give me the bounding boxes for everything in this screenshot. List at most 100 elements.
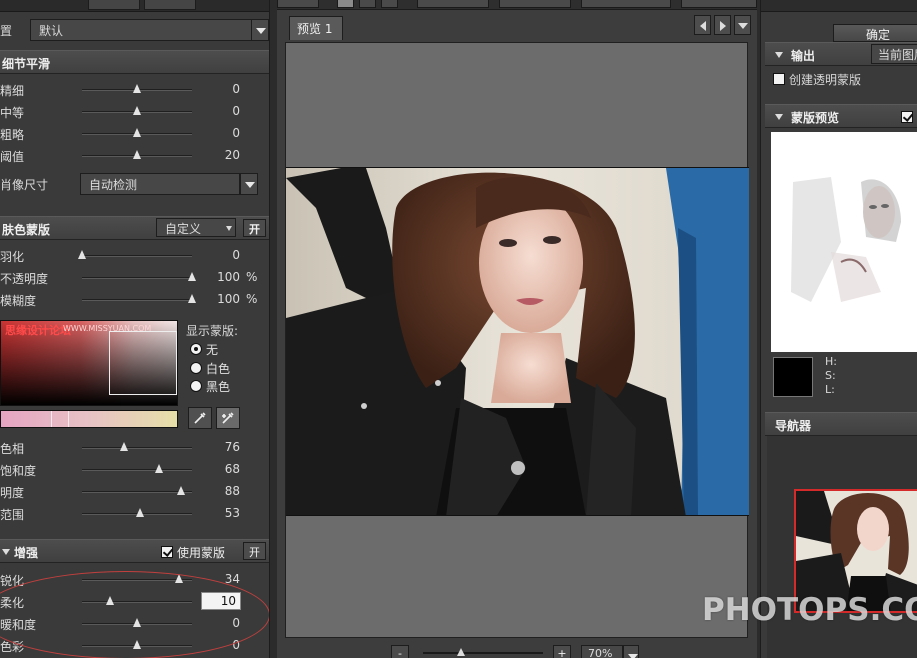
slider-value-input[interactable]: 10 — [201, 592, 241, 610]
tab-preview-1[interactable]: 预览 1 — [289, 16, 343, 40]
slider-value: 53 — [224, 506, 240, 520]
toolbar-button[interactable] — [681, 0, 757, 8]
zoom-level-arrow[interactable] — [623, 645, 639, 658]
slider-thumb[interactable] — [78, 250, 86, 259]
mask-preview-checkbox[interactable] — [901, 111, 913, 123]
next-tab-button[interactable] — [714, 15, 731, 35]
slider-thumb[interactable] — [133, 618, 141, 627]
mask-preview-image — [771, 132, 917, 352]
toolbar-button[interactable] — [277, 0, 319, 8]
section-title: 细节平滑 — [2, 57, 51, 71]
slider-track[interactable] — [82, 491, 192, 493]
chevron-down-icon — [738, 23, 748, 29]
zoom-level-dropdown[interactable]: 70% — [581, 645, 623, 658]
slider-row: 精细 0 — [0, 79, 269, 101]
portrait-illustration — [286, 168, 749, 515]
skin-color-picker[interactable]: 思缘设计论坛 WWW.MISSYUAN.COM — [0, 320, 178, 406]
show-mask-radio[interactable] — [190, 380, 202, 392]
slider-value: 88 — [224, 484, 240, 498]
section-mask-preview[interactable]: 蒙版预览 — [765, 104, 917, 128]
enhance-toggle-button[interactable]: 开 — [243, 542, 266, 560]
view-single-button[interactable] — [337, 0, 354, 8]
slider-thumb[interactable] — [136, 508, 144, 517]
slider-thumb[interactable] — [188, 272, 196, 281]
slider-track[interactable] — [82, 299, 192, 301]
prev-tab-button[interactable] — [694, 15, 711, 35]
zoom-slider-thumb[interactable] — [457, 648, 465, 656]
view-quad-button[interactable] — [381, 0, 398, 8]
output-target-dropdown[interactable]: 当前图层 — [871, 44, 917, 64]
slider-thumb[interactable] — [188, 294, 196, 303]
preset-dropdown[interactable]: 默认 — [30, 19, 252, 41]
section-title: 蒙版预览 — [791, 111, 840, 125]
eyedropper-button[interactable] — [188, 407, 212, 429]
portrait-size-arrow[interactable] — [240, 173, 258, 195]
toolbar-button[interactable] — [417, 0, 489, 8]
slider-row: 粗略 0 — [0, 123, 269, 145]
slider-thumb[interactable] — [133, 106, 141, 115]
tab-menu-button[interactable] — [734, 15, 751, 35]
slider-thumb[interactable] — [133, 84, 141, 93]
chevron-left-icon — [700, 21, 706, 31]
portrait-photo[interactable] — [286, 167, 749, 516]
eyedropper-plus-icon — [222, 412, 234, 424]
section-output[interactable]: 输出 当前图层 — [765, 42, 917, 66]
slider-track[interactable] — [82, 601, 192, 603]
color-selection-box[interactable] — [109, 331, 177, 395]
slider-thumb[interactable] — [106, 596, 114, 605]
view-split-button[interactable] — [359, 0, 376, 8]
transparent-mask-checkbox[interactable] — [773, 73, 785, 85]
use-mask-checkbox[interactable] — [161, 546, 173, 558]
slider-thumb[interactable] — [175, 574, 183, 583]
toolbar-button[interactable] — [144, 0, 196, 10]
slider-value: 0 — [232, 616, 240, 630]
show-mask-radio[interactable] — [190, 362, 202, 374]
ok-button[interactable]: 确定 — [833, 24, 917, 42]
slider-label: 精细 — [0, 84, 25, 98]
toolbar-button[interactable] — [499, 0, 571, 8]
portrait-size-dropdown[interactable]: 自动检测 — [80, 173, 240, 195]
slider-value: 76 — [224, 440, 240, 454]
section-navigator[interactable]: 导航器 — [765, 412, 917, 436]
hue-readout: H: — [825, 355, 837, 368]
slider-track[interactable] — [82, 469, 192, 471]
skin-toggle-button[interactable]: 开 — [243, 219, 266, 237]
section-skin-mask[interactable]: 肤色蒙版 自定义 开 — [0, 216, 269, 240]
section-enhance[interactable]: 增强 使用蒙版 开 — [0, 539, 269, 563]
skin-mode-dropdown[interactable]: 自定义 — [156, 218, 236, 237]
output-panel: 确定 输出 当前图层 创建透明蒙版 蒙版预览 H: S: L: 导航器 — [760, 0, 917, 658]
zoom-slider[interactable] — [423, 652, 543, 654]
preview-canvas[interactable] — [285, 42, 749, 638]
slider-thumb[interactable] — [120, 442, 128, 451]
hue-gradient-bar[interactable] — [0, 410, 178, 428]
slider-value: 0 — [232, 126, 240, 140]
slider-thumb[interactable] — [177, 486, 185, 495]
zoom-in-button[interactable]: + — [553, 645, 571, 658]
slider-thumb[interactable] — [155, 464, 163, 473]
slider-value: 100 — [217, 292, 240, 306]
slider-value: 0 — [232, 82, 240, 96]
section-detail-smoothing[interactable]: 细节平滑 — [0, 50, 269, 74]
preset-dropdown-arrow[interactable] — [251, 19, 269, 41]
eyedropper-plus-button[interactable] — [216, 407, 240, 429]
show-mask-radio[interactable] — [190, 343, 202, 355]
slider-track[interactable] — [82, 255, 192, 257]
slider-thumb[interactable] — [133, 128, 141, 137]
slider-label: 羽化 — [0, 250, 25, 264]
show-mask-option-label: 黑色 — [206, 380, 231, 394]
slider-label: 模糊度 — [0, 294, 37, 308]
toolbar-button[interactable] — [581, 0, 671, 8]
forum-watermark: 思缘设计论坛 — [5, 324, 71, 337]
gradient-range-marker[interactable] — [51, 411, 69, 427]
slider-track[interactable] — [82, 277, 192, 279]
slider-row: 明度 88 — [0, 481, 269, 503]
settings-panel: 置 默认 细节平滑 精细 0 中等 0 粗略 0 阈值 20 肖像尺寸 自动检测 肤色蒙版 自… — [0, 0, 270, 658]
slider-thumb[interactable] — [133, 150, 141, 159]
toolbar-button[interactable] — [88, 0, 140, 10]
zoom-out-button[interactable]: - — [391, 645, 409, 658]
chevron-down-icon — [226, 226, 232, 231]
slider-row: 羽化 0 — [0, 245, 269, 267]
saturation-readout: S: — [825, 369, 836, 382]
slider-track[interactable] — [82, 447, 192, 449]
slider-thumb[interactable] — [133, 640, 141, 649]
